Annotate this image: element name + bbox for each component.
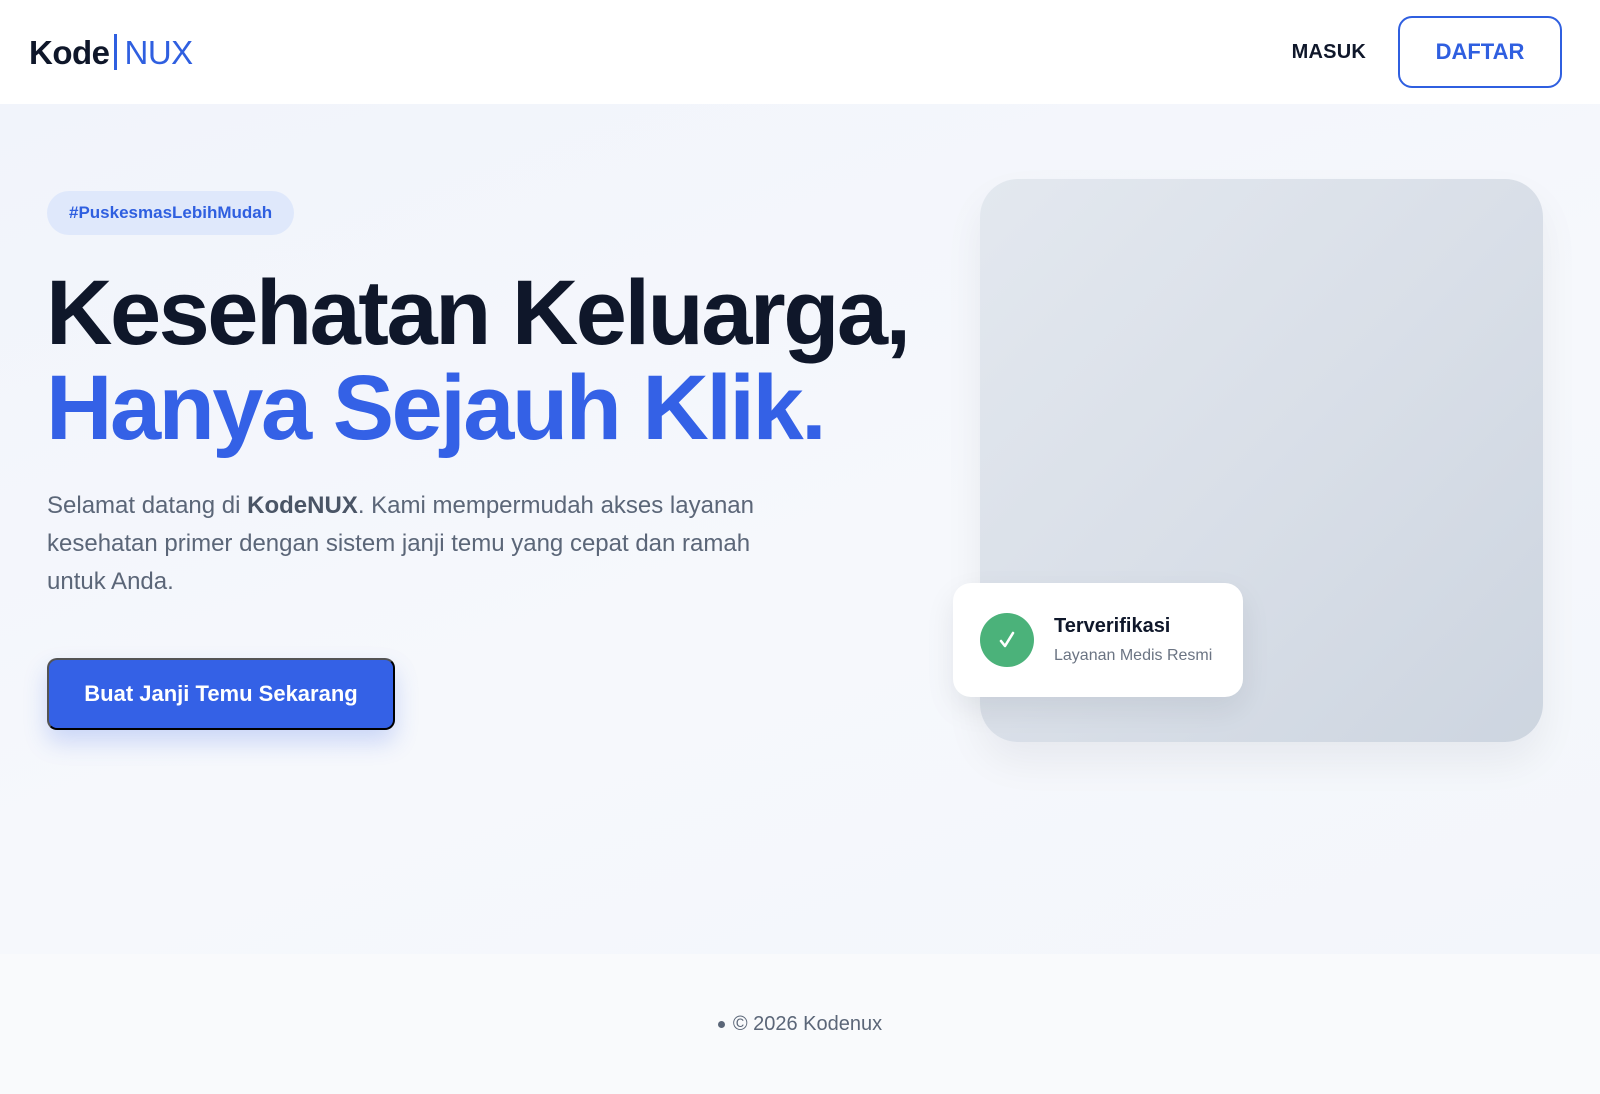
logo-text-bold: Kode [29, 33, 110, 71]
verified-title: Terverifikasi [1054, 615, 1171, 637]
footer-copyright-group: © 2026 Kodenux [717, 1012, 883, 1036]
logo-text-light: NUX [124, 33, 194, 71]
description-brand: KodeNUX [247, 492, 358, 519]
verified-text-group: Terverifikasi Layanan Medis Resmi [1054, 615, 1212, 665]
book-appointment-button[interactable]: Buat Janji Temu Sekarang [47, 658, 395, 730]
login-link[interactable]: MASUK [1292, 41, 1366, 64]
hero-description: Selamat datang di KodeNUX. Kami mempermu… [47, 487, 807, 601]
verified-card: Terverifikasi Layanan Medis Resmi [953, 583, 1243, 697]
logo-divider [113, 34, 117, 70]
copyright-text: © 2026 Kodenux [732, 1012, 883, 1035]
site-header: Kode NUX MASUK DAFTAR [0, 0, 1600, 104]
hero-title-line2: Hanya Sejauh Klik. [46, 357, 827, 459]
description-prefix: Selamat datang di [47, 492, 248, 519]
site-footer: © 2026 Kodenux [0, 954, 1600, 1094]
main-nav: MASUK DAFTAR [1292, 16, 1562, 88]
hero-title-line1: Kesehatan Keluarga, [46, 262, 911, 364]
logo[interactable]: Kode NUX [29, 34, 193, 70]
check-icon [980, 613, 1034, 667]
bullet-icon [717, 1020, 725, 1028]
hero-section: #PuskesmasLebihMudah Kesehatan Keluarga,… [0, 104, 1600, 954]
hashtag-badge: #PuskesmasLebihMudah [47, 191, 295, 235]
register-button[interactable]: DAFTAR [1398, 16, 1562, 88]
verified-subtitle: Layanan Medis Resmi [1054, 647, 1213, 664]
